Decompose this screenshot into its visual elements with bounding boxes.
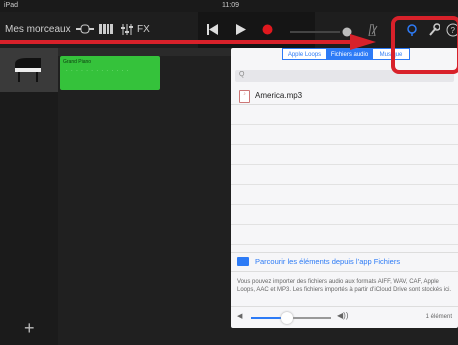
- track-list: [0, 48, 58, 345]
- audio-file-icon: ♪: [239, 90, 250, 103]
- divider: [231, 244, 458, 245]
- rewind-icon[interactable]: [207, 24, 218, 38]
- add-track-icon[interactable]: +: [24, 318, 35, 339]
- play-icon[interactable]: [236, 24, 246, 38]
- import-info-text: Vous pouvez importer des fichiers audio …: [237, 279, 452, 293]
- loop-browser-panel: Apple Loops Fichiers audio Musique Q ♪ A…: [231, 48, 458, 328]
- volume-high-icon: ◀)): [337, 311, 349, 320]
- grand-piano-icon: [13, 58, 43, 82]
- annotation-arrow-head: [350, 34, 376, 50]
- divider: [231, 184, 458, 185]
- preview-volume-knob[interactable]: [281, 312, 293, 324]
- status-bar: iPad 11:09: [0, 0, 458, 12]
- status-time: 11:09: [222, 2, 239, 9]
- folder-icon: [237, 257, 249, 266]
- volume-slider[interactable]: [290, 27, 355, 40]
- search-icon: Q: [239, 71, 245, 78]
- keyboard-icon[interactable]: [99, 24, 113, 37]
- volume-low-icon: ◀: [237, 313, 243, 320]
- region-notes: · · · · · · · · · · · · ·: [66, 68, 130, 74]
- file-name: America.mp3: [255, 91, 303, 100]
- divider: [231, 164, 458, 165]
- mixer-icon[interactable]: [120, 24, 134, 38]
- track-view-icon[interactable]: [76, 24, 94, 37]
- browse-files-label: Parcourir les éléments depuis l’app Fich…: [255, 257, 401, 266]
- fx-button[interactable]: FX: [137, 24, 150, 35]
- piano-region[interactable]: Grand Piano · · · · · · · · · · · · ·: [60, 56, 160, 90]
- list-item[interactable]: ♪ America.mp3: [231, 88, 458, 105]
- preview-controls: ◀ ◀)) 1 élément: [231, 306, 458, 328]
- divider: [231, 204, 458, 205]
- divider: [231, 144, 458, 145]
- record-icon[interactable]: [262, 24, 273, 38]
- status-device: iPad: [4, 2, 19, 9]
- divider: [231, 124, 458, 125]
- tab-apple-loops[interactable]: Apple Loops: [282, 48, 327, 60]
- annotation-arrow-line: [0, 40, 350, 44]
- browse-files-button[interactable]: Parcourir les éléments depuis l’app Fich…: [231, 252, 458, 272]
- annotation-highlight-box: [391, 16, 458, 74]
- region-label: Grand Piano: [63, 59, 92, 65]
- divider: [231, 224, 458, 225]
- item-count: 1 élément: [425, 314, 452, 320]
- my-songs-button[interactable]: Mes morceaux: [5, 24, 71, 35]
